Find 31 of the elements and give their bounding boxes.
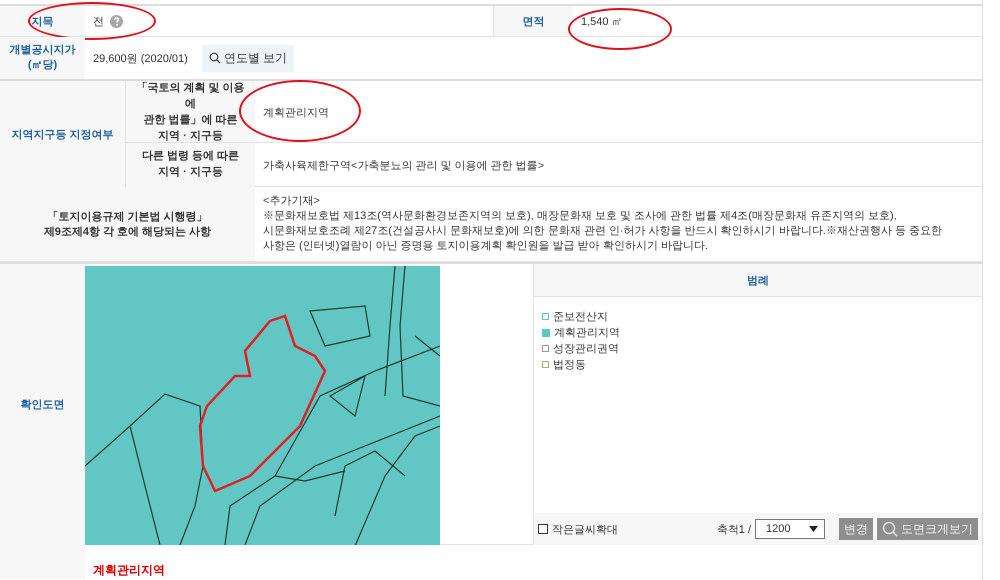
yearly-view-button[interactable]: 연도별 보기 [202,44,294,72]
header-cell: 지목 [0,6,85,36]
legend-label: 성장관리권역 [553,342,619,356]
header-cell: 면적 [493,6,573,36]
field-value: 1,540 ㎡ [581,14,623,28]
zone-name: 계획관리지역 [93,563,165,577]
field-value: 전 [93,14,104,28]
help-icon[interactable] [110,14,123,28]
caret-icon [809,526,818,532]
header-cell: 개별공시지가 (㎡당) [0,37,85,79]
header-cell: 「국토의 계획 및 이용에 관한 법률」에 따른 지역 · 지구등 [125,81,255,145]
note-text: ※문화재보호법 제13조(역사문화환경보존지역의 보호), 매장문화재 보호 및 조사에 관한 법률 제4조(매장문화재 유존지역의 보호), [263,209,898,224]
note-text: 사항은 (인터넷)열람이 아닌 증명용 토지이용계획 확인원을 발급 받아 확인하시기 바랍니다. [263,239,709,254]
header-cell: 지역지구등 지정여부 [0,81,125,187]
scale-label: 축척1 / [716,522,751,536]
field-value: 계획관리지역 [263,106,329,120]
header-cell: 확인도면 [0,264,85,545]
zoom-icon [882,521,898,537]
legend-label: 계획관리지역 [554,326,620,340]
header-cell: 「토지이용규제 기본법 시행령」 제9조제4항 각 호에 해당되는 사항 [0,187,255,261]
search-icon [208,52,221,64]
header-cell: 다른 법령 등에 따른 지역 · 지구등 [125,143,255,187]
scale-dropdown[interactable]: 1200 [755,519,825,539]
legend-header: 범례 [534,264,982,297]
legend-label: 준보전산지 [553,310,608,324]
legend-label: 법정동 [553,358,586,372]
note-text: 시문화재보호조례 제27조(건설공사시 문화재보호)에 의한 문화재 관련 인·허가 사항을 반드시 확인하시기 바랍니다.※재산권행사 등 중요한 [263,224,943,239]
field-value: 29,600원 (2020/01) [93,52,188,66]
enlarge-text-checkbox[interactable]: 작은글씨확대 [538,522,618,536]
field-value: 가축사육제한구역<가축분뇨의 관리 및 이용에 관한 법률> [263,158,544,172]
note-text: <추가기재> [263,194,321,209]
